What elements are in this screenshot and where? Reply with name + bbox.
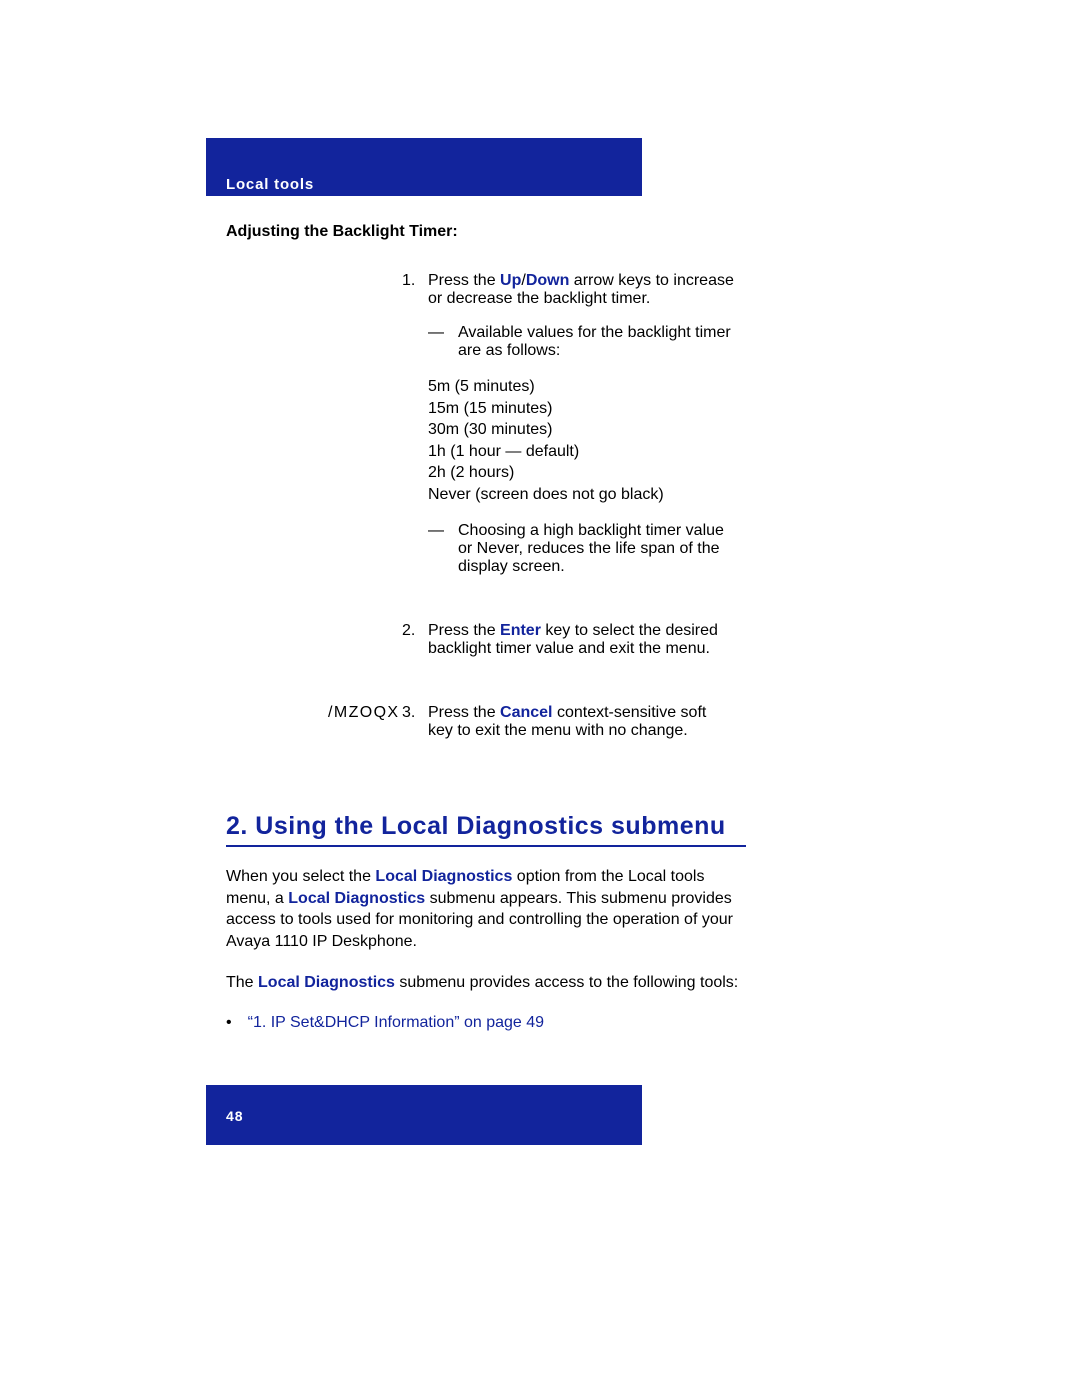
- step-2: 2. Press the Enter key to select the des…: [226, 622, 746, 658]
- step-number: 1.: [402, 272, 428, 290]
- heading-local-diagnostics: 2. Using the Local Diagnostics submenu: [226, 812, 746, 847]
- subheading: Adjusting the Backlight Timer:: [226, 223, 458, 241]
- value-item: 30m (30 minutes): [428, 419, 734, 441]
- value-item: 5m (5 minutes): [428, 376, 734, 398]
- step-left-label: /MZOQX: [226, 704, 402, 722]
- step-body: Press the Enter key to select the desire…: [428, 622, 734, 658]
- paragraph-2: The Local Diagnostics submenu provides a…: [226, 972, 746, 994]
- paragraph-1: When you select the Local Diagnostics op…: [226, 866, 746, 952]
- footer-bar: [206, 1085, 642, 1145]
- key-down: Down: [526, 272, 570, 289]
- key-enter: Enter: [500, 622, 541, 639]
- p2-a: The: [226, 974, 258, 991]
- sub-bullet-2: — Choosing a high backlight timer value …: [428, 522, 734, 576]
- value-item: 2h (2 hours): [428, 462, 734, 484]
- step-number: 2.: [402, 622, 428, 640]
- bullet-dot-icon: •: [226, 1012, 232, 1034]
- step-body: Press the Up/Down arrow keys to increase…: [428, 272, 734, 308]
- value-item: 15m (15 minutes): [428, 398, 734, 420]
- sub-bullet-1: — Available values for the backlight tim…: [428, 324, 734, 360]
- step-text-pre: Press the: [428, 272, 500, 289]
- p1-a: When you select the: [226, 868, 375, 885]
- values-list: 5m (5 minutes) 15m (15 minutes) 30m (30 …: [428, 376, 734, 506]
- step-text-pre: Press the: [428, 622, 500, 639]
- step-text-pre: Press the: [428, 704, 500, 721]
- p2-b: Local Diagnostics: [258, 974, 395, 991]
- value-item: Never (screen does not go black): [428, 484, 734, 506]
- section-header: Local tools: [226, 176, 314, 193]
- sub-bullet-text: Available values for the backlight timer…: [458, 324, 734, 360]
- key-up: Up: [500, 272, 521, 289]
- link-ip-dhcp-info[interactable]: “1. IP Set&DHCP Information” on page 49: [248, 1012, 544, 1034]
- step-number: 3.: [402, 704, 428, 722]
- page-number: 48: [226, 1108, 244, 1124]
- dash-icon: —: [428, 522, 458, 540]
- link-bullet-row: • “1. IP Set&DHCP Information” on page 4…: [226, 1012, 746, 1034]
- step-body: Press the Cancel context-sensitive soft …: [428, 704, 734, 740]
- p1-d: Local Diagnostics: [288, 890, 425, 907]
- content-area: 1. Press the Up/Down arrow keys to incre…: [226, 272, 746, 740]
- key-cancel: Cancel: [500, 704, 552, 721]
- dash-icon: —: [428, 324, 458, 342]
- page: Local tools Adjusting the Backlight Time…: [0, 0, 1080, 1397]
- p2-c: submenu provides access to the following…: [395, 974, 738, 991]
- sub-bullet-text: Choosing a high backlight timer value or…: [458, 522, 734, 576]
- value-item: 1h (1 hour — default): [428, 441, 734, 463]
- step-1: 1. Press the Up/Down arrow keys to incre…: [226, 272, 746, 576]
- step-3: /MZOQX 3. Press the Cancel context-sensi…: [226, 704, 746, 740]
- p1-b: Local Diagnostics: [375, 868, 512, 885]
